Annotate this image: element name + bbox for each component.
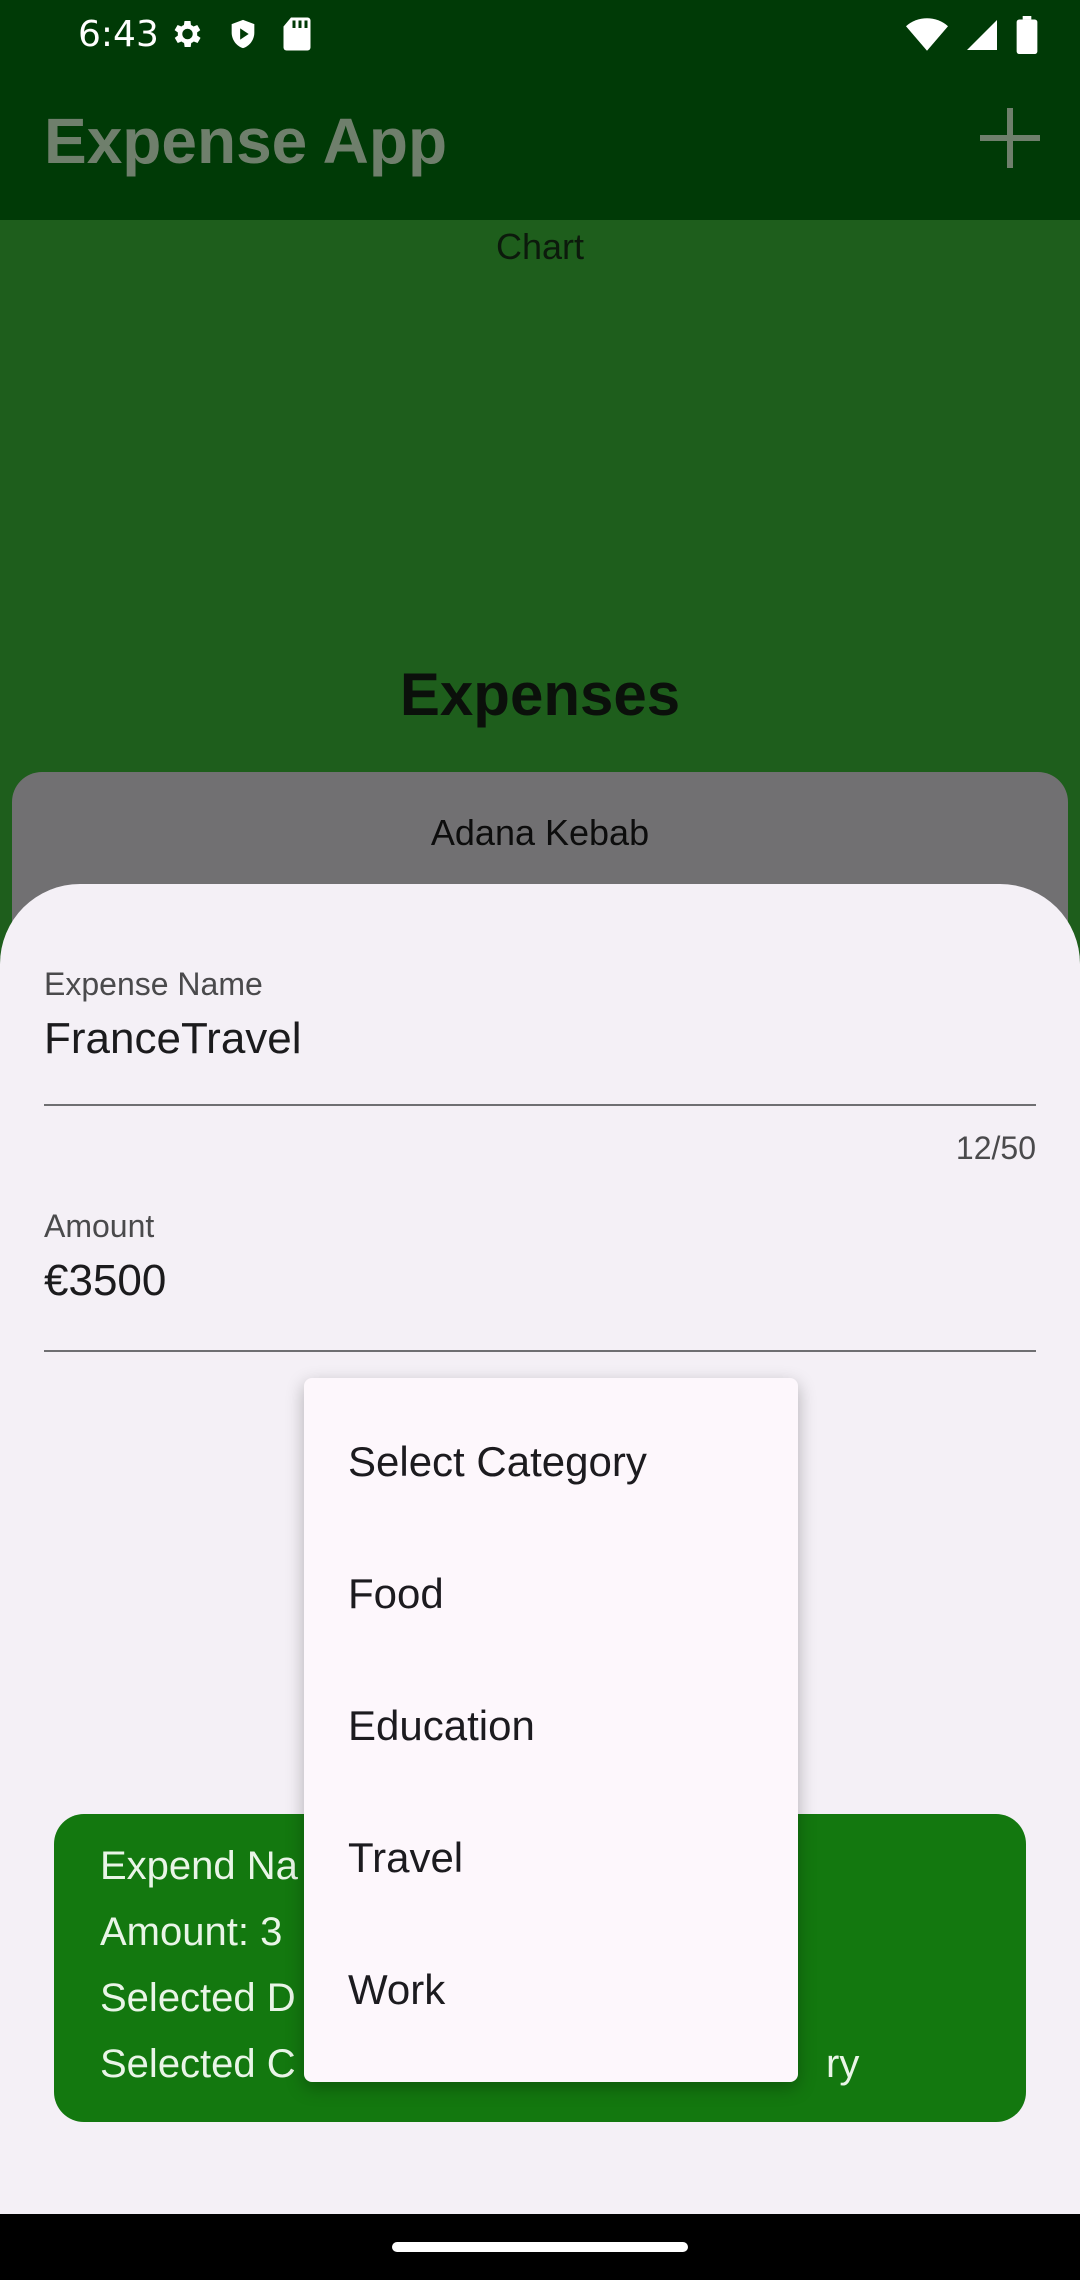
sd-card-icon bbox=[283, 17, 311, 51]
status-bar: 6:43 bbox=[0, 0, 1080, 70]
app-bar: Expense App bbox=[0, 70, 1080, 220]
menu-item-education[interactable]: Education bbox=[348, 1702, 535, 1750]
expense-name-underline bbox=[44, 1104, 1036, 1106]
expense-name-field[interactable]: FranceTravel bbox=[44, 1014, 302, 1064]
amount-field[interactable]: €3500 bbox=[44, 1256, 166, 1306]
summary-expense-name: Expend Na bbox=[100, 1844, 298, 1888]
signal-icon bbox=[967, 20, 997, 50]
summary-amount: Amount: 3 bbox=[100, 1910, 283, 1954]
shield-icon bbox=[231, 19, 255, 49]
gear-icon bbox=[174, 20, 201, 48]
expenses-heading: Expenses bbox=[399, 661, 681, 728]
menu-item-select-category[interactable]: Select Category bbox=[348, 1438, 647, 1486]
expense-name-label: Expense Name bbox=[44, 966, 263, 1002]
navigation-bar bbox=[0, 2214, 1080, 2280]
app-title: Expense App bbox=[44, 105, 448, 177]
menu-item-work[interactable]: Work bbox=[348, 1966, 445, 2014]
expense-item-title: Adana Kebab bbox=[430, 812, 650, 853]
plus-icon bbox=[980, 108, 1040, 168]
wifi-icon bbox=[906, 18, 948, 51]
currency-prefix: € bbox=[44, 1256, 69, 1305]
amount-label: Amount bbox=[44, 1208, 155, 1244]
summary-selected-date: Selected D bbox=[100, 1976, 296, 2020]
amount-underline bbox=[44, 1350, 1036, 1352]
home-indicator[interactable] bbox=[392, 2242, 688, 2252]
amount-value: 3500 bbox=[68, 1256, 167, 1305]
category-dropdown-menu: Select Category Food Education Travel Wo… bbox=[304, 1378, 798, 2082]
chart-label: Chart bbox=[495, 226, 585, 267]
battery-icon bbox=[1016, 16, 1038, 54]
menu-item-food[interactable]: Food bbox=[348, 1570, 444, 1618]
add-expense-button[interactable] bbox=[970, 98, 1050, 178]
summary-selected-category-tail: ry bbox=[826, 2042, 860, 2086]
menu-item-travel[interactable]: Travel bbox=[348, 1834, 463, 1882]
expense-name-counter: 12/50 bbox=[955, 1130, 1036, 1166]
status-time: 6:43 bbox=[78, 14, 159, 55]
summary-selected-category: Selected C bbox=[100, 2042, 296, 2086]
